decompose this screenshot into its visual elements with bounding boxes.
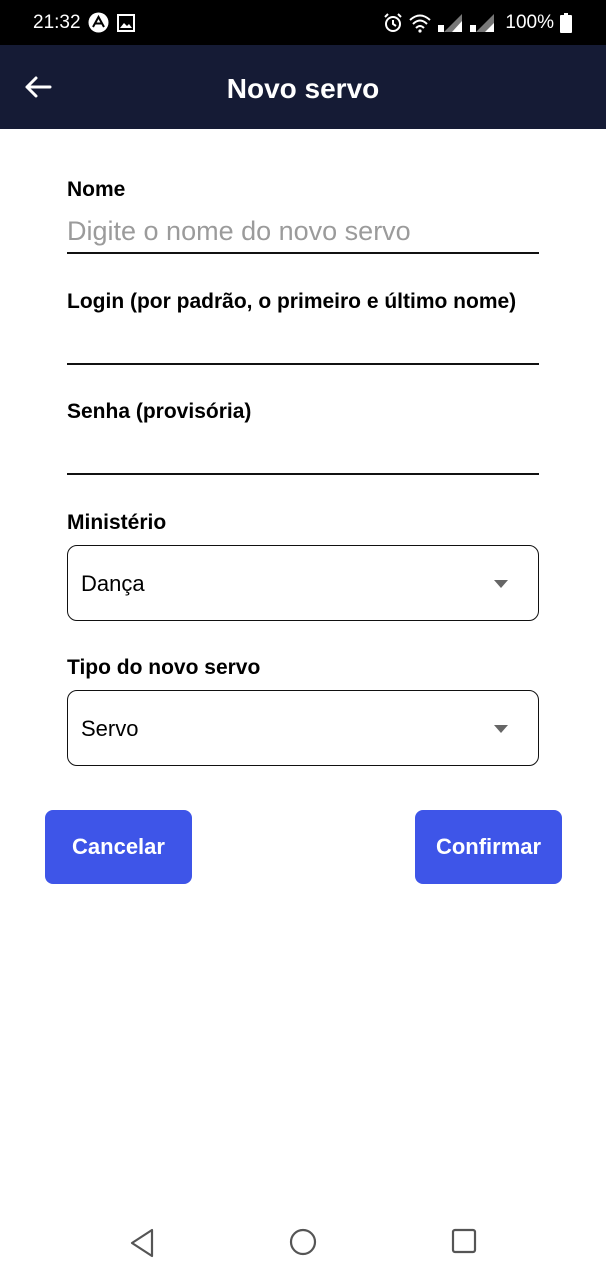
recents-square-icon[interactable] bbox=[451, 1228, 477, 1254]
image-icon bbox=[117, 13, 135, 32]
page-title: Novo servo bbox=[226, 73, 380, 104]
cancel-button[interactable]: Cancelar bbox=[45, 810, 192, 884]
wifi-icon bbox=[409, 14, 432, 33]
type-select[interactable]: Servo bbox=[67, 690, 539, 766]
ministry-label: Ministério bbox=[67, 511, 167, 534]
type-label: Tipo do novo servo bbox=[67, 656, 261, 679]
signal-icon bbox=[470, 14, 495, 32]
ministry-select[interactable]: Dança bbox=[67, 545, 539, 621]
confirm-button[interactable]: Confirmar bbox=[415, 810, 562, 884]
dropdown-arrow-icon bbox=[494, 725, 508, 733]
status-bar: 21:32 100% bbox=[0, 0, 606, 45]
name-input[interactable] bbox=[67, 210, 539, 254]
battery-icon bbox=[560, 13, 572, 33]
status-system-icons: 100% bbox=[383, 11, 572, 35]
app-notification-icon bbox=[88, 12, 109, 33]
ministry-selected-value: Dança bbox=[81, 571, 145, 596]
status-notification-icons bbox=[88, 12, 135, 33]
login-input[interactable] bbox=[67, 321, 539, 365]
battery-percent: 100% bbox=[505, 12, 554, 33]
app-bar: Novo servo bbox=[0, 45, 606, 129]
login-label: Login (por padrão, o primeiro e último n… bbox=[67, 290, 517, 313]
home-circle-icon[interactable] bbox=[289, 1228, 317, 1256]
type-selected-value: Servo bbox=[81, 716, 139, 741]
name-label: Nome bbox=[67, 178, 126, 201]
alarm-icon bbox=[384, 13, 403, 32]
signal-icon bbox=[438, 14, 463, 32]
back-triangle-icon[interactable] bbox=[129, 1228, 155, 1258]
system-nav-bar bbox=[0, 1205, 606, 1280]
dropdown-arrow-icon bbox=[494, 580, 508, 588]
status-time: 21:32 bbox=[33, 12, 81, 33]
password-input[interactable] bbox=[67, 431, 539, 475]
password-label: Senha (provisória) bbox=[67, 400, 252, 423]
